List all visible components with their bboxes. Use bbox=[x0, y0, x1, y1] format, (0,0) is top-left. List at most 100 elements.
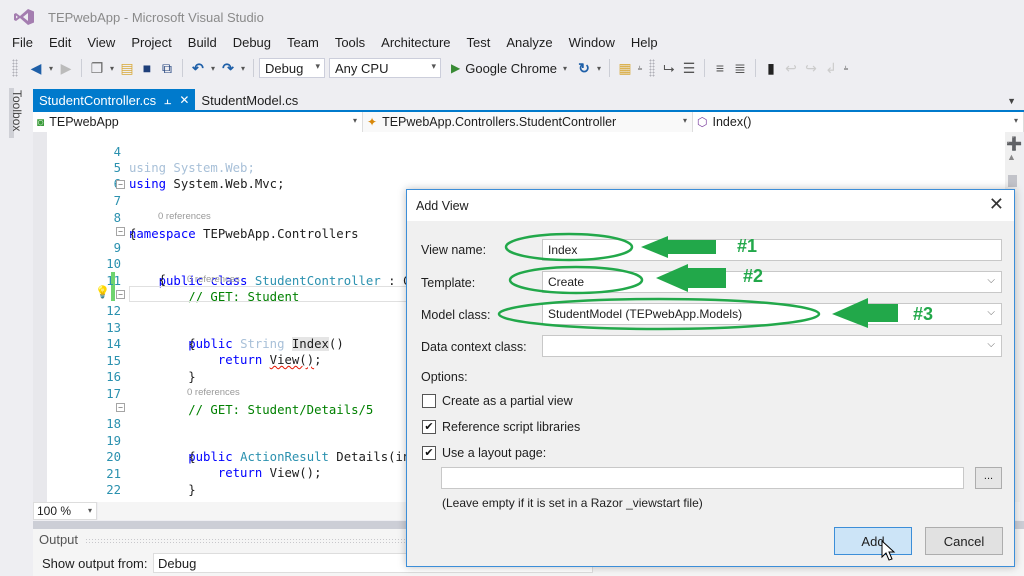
new-project-dropdown-icon[interactable]: ▾ bbox=[107, 64, 117, 73]
chevron-down-icon: ▾ bbox=[1013, 116, 1018, 125]
menu-team[interactable]: Team bbox=[279, 33, 327, 53]
uncomment-lines-icon[interactable]: ≣ bbox=[730, 58, 750, 78]
add-button[interactable]: Add bbox=[834, 527, 912, 555]
member-value: Index() bbox=[712, 115, 752, 129]
view-name-input[interactable]: Index bbox=[542, 239, 1002, 261]
menu-tools[interactable]: Tools bbox=[327, 33, 373, 53]
collapse-icon[interactable]: − bbox=[116, 290, 125, 299]
redo-icon[interactable]: ↷ bbox=[218, 58, 238, 78]
annotation-label-2: #2 bbox=[743, 266, 764, 286]
scrollbar-thumb[interactable] bbox=[1008, 175, 1017, 187]
toolbox-label[interactable]: Toolbox bbox=[10, 90, 24, 131]
save-all-icon[interactable]: ⧉ bbox=[157, 58, 177, 78]
checkbox-label: Use a layout page: bbox=[442, 446, 547, 460]
scroll-up-icon[interactable]: ▲ bbox=[1007, 152, 1016, 162]
toolbar-overflow-icon[interactable]: ⫨ bbox=[635, 63, 645, 73]
toolbar-grip[interactable] bbox=[12, 59, 18, 77]
browse-button[interactable]: ... bbox=[975, 467, 1002, 489]
collapse-icon[interactable]: − bbox=[116, 180, 125, 189]
navigate-back-icon[interactable]: ◀ bbox=[26, 58, 46, 78]
browser-refresh-icon[interactable]: ↻ bbox=[574, 58, 594, 78]
zoom-level-combo[interactable]: 100 % ▾ bbox=[33, 502, 97, 520]
checkmark-icon[interactable]: ✔ bbox=[422, 420, 436, 434]
menu-project[interactable]: Project bbox=[123, 33, 179, 53]
menu-view[interactable]: View bbox=[79, 33, 123, 53]
menu-debug[interactable]: Debug bbox=[225, 33, 279, 53]
navigate-back-dropdown-icon[interactable]: ▾ bbox=[46, 64, 56, 73]
navigation-bar: ◙ TEPwebApp ▾ ✦ TEPwebApp.Controllers.St… bbox=[33, 112, 1024, 132]
toolbar-grip[interactable] bbox=[649, 59, 656, 77]
tab-student-controller[interactable]: StudentController.cs ⫠ ✕ bbox=[33, 89, 196, 111]
toolbar-separator bbox=[704, 59, 706, 77]
create-partial-view-checkbox[interactable]: Create as a partial view bbox=[422, 394, 573, 408]
menu-file[interactable]: File bbox=[0, 33, 41, 53]
chevron-down-icon: ▾ bbox=[87, 506, 92, 515]
checkbox-label: Reference script libraries bbox=[442, 420, 581, 434]
output-title-grip[interactable] bbox=[85, 538, 445, 543]
new-project-icon[interactable]: ❐ bbox=[87, 58, 107, 78]
options-label: Options: bbox=[421, 370, 468, 384]
checkbox-unchecked[interactable] bbox=[422, 394, 436, 408]
start-debugging-button[interactable]: ▶ Google Chrome bbox=[451, 61, 557, 76]
document-tabs: StudentController.cs ⫠ ✕ StudentModel.cs bbox=[33, 89, 304, 111]
tab-student-model[interactable]: StudentModel.cs bbox=[195, 89, 304, 111]
view-members-icon[interactable]: ☰ bbox=[679, 58, 699, 78]
solution-platform-combo[interactable]: Any CPU ▾ bbox=[329, 58, 441, 78]
clear-bookmarks-icon[interactable]: ↲ bbox=[821, 58, 841, 78]
annotation-label-1: #1 bbox=[737, 236, 758, 256]
collapse-icon[interactable]: − bbox=[116, 403, 125, 412]
layout-page-input[interactable] bbox=[441, 467, 964, 489]
solution-configuration-value: Debug bbox=[265, 60, 304, 76]
close-icon[interactable]: ✕ bbox=[989, 194, 1004, 215]
show-output-from-label: Show output from: bbox=[42, 556, 148, 571]
refresh-dropdown-icon[interactable]: ▾ bbox=[594, 64, 604, 73]
pin-icon[interactable]: ⫠ bbox=[164, 93, 171, 108]
code-lens-references[interactable]: 0 references bbox=[187, 386, 240, 399]
menu-window[interactable]: Window bbox=[561, 33, 623, 53]
type-combo[interactable]: ✦ TEPwebApp.Controllers.StudentControlle… bbox=[363, 112, 693, 132]
type-value: TEPwebApp.Controllers.StudentController bbox=[382, 115, 617, 129]
bookmark-icon[interactable]: ▮ bbox=[761, 58, 781, 78]
tab-overflow-icon[interactable]: ▼ bbox=[1007, 96, 1016, 106]
cancel-button[interactable]: Cancel bbox=[925, 527, 1003, 555]
save-icon[interactable]: ■ bbox=[137, 58, 157, 78]
code-lens-references[interactable]: 0 references bbox=[158, 210, 211, 223]
use-layout-page-checkbox[interactable]: ✔ Use a layout page: bbox=[422, 446, 546, 460]
project-combo[interactable]: ◙ TEPwebApp ▾ bbox=[33, 112, 363, 132]
menu-edit[interactable]: Edit bbox=[41, 33, 79, 53]
title-bar: TEPwebApp - Microsoft Visual Studio bbox=[0, 0, 1024, 34]
close-tab-icon[interactable]: ✕ bbox=[179, 93, 189, 107]
menu-test[interactable]: Test bbox=[459, 33, 499, 53]
undo-dropdown-icon[interactable]: ▾ bbox=[208, 64, 218, 73]
navigate-forward-icon[interactable]: ▶ bbox=[56, 58, 76, 78]
reference-script-libraries-checkbox[interactable]: ✔ Reference script libraries bbox=[422, 420, 580, 434]
menu-analyze[interactable]: Analyze bbox=[498, 33, 560, 53]
run-target-label: Google Chrome bbox=[465, 60, 558, 76]
menu-build[interactable]: Build bbox=[180, 33, 225, 53]
layout-hint: (Leave empty if it is set in a Razor _vi… bbox=[442, 496, 703, 510]
checkmark-icon[interactable]: ✔ bbox=[422, 446, 436, 460]
open-file-icon[interactable]: ▤ bbox=[117, 58, 137, 78]
chevron-down-icon: ⌵ bbox=[987, 275, 995, 286]
solution-configuration-combo[interactable]: Debug ▾ bbox=[259, 58, 325, 78]
split-window-icon[interactable]: ➕ bbox=[1006, 136, 1022, 152]
member-combo[interactable]: ⬡ Index() ▾ bbox=[693, 112, 1024, 132]
undo-icon[interactable]: ↶ bbox=[188, 58, 208, 78]
code-line: 6 bbox=[33, 159, 1020, 191]
show-output-from-value: Debug bbox=[158, 555, 197, 571]
previous-bookmark-icon[interactable]: ↩ bbox=[781, 58, 801, 78]
menu-architecture[interactable]: Architecture bbox=[373, 33, 458, 53]
next-bookmark-icon[interactable]: ↪ bbox=[801, 58, 821, 78]
toolbar-separator bbox=[81, 59, 82, 77]
data-context-class-select[interactable]: ⌵ bbox=[542, 335, 1002, 357]
collapse-icon[interactable]: − bbox=[116, 227, 125, 236]
find-in-files-icon[interactable]: ▦ bbox=[615, 58, 635, 78]
code-lens-references[interactable]: 0 references bbox=[187, 273, 240, 286]
menu-help[interactable]: Help bbox=[623, 33, 666, 53]
toolbar-overflow-icon[interactable]: ⫨ bbox=[841, 63, 851, 73]
comment-lines-icon[interactable]: ≡ bbox=[710, 58, 730, 78]
redo-dropdown-icon[interactable]: ▾ bbox=[238, 64, 248, 73]
step-into-icon[interactable]: ⮡ bbox=[659, 58, 679, 78]
template-select[interactable]: Create ⌵ bbox=[542, 271, 1002, 293]
run-target-dropdown-icon[interactable]: ▾ bbox=[560, 64, 570, 73]
